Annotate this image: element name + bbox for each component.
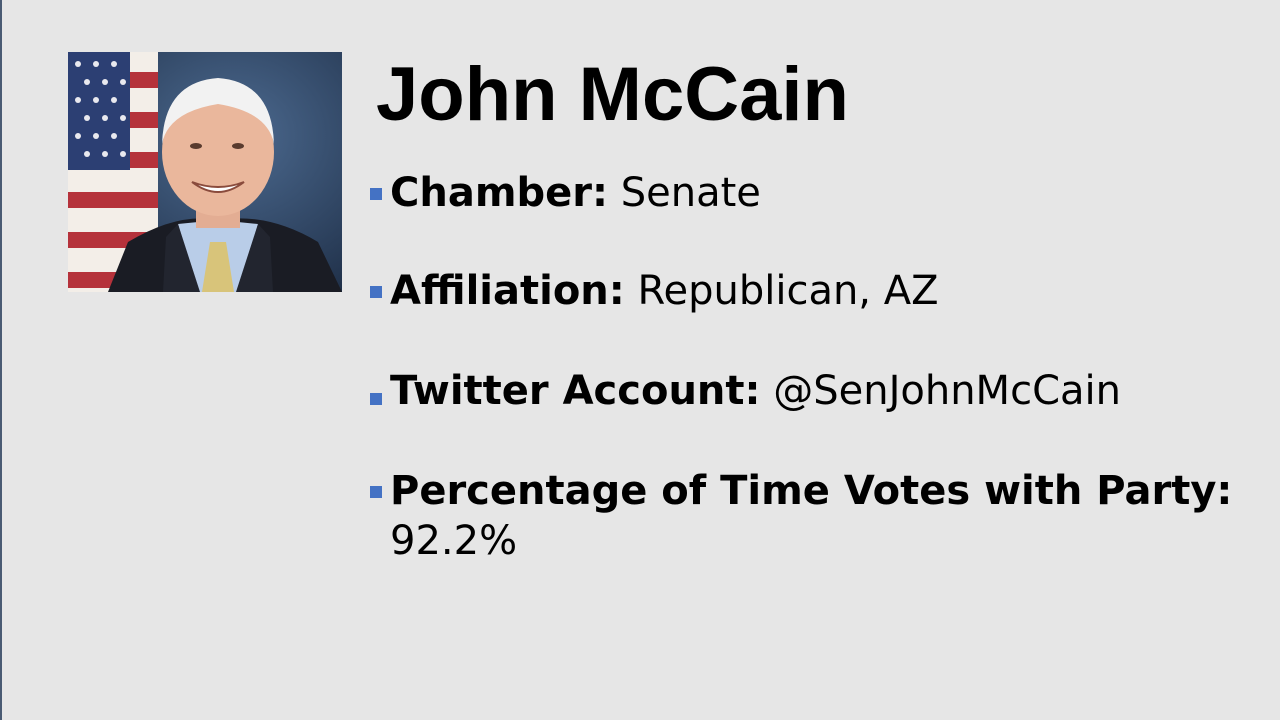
bullet-value: @SenJohnMcCain <box>773 368 1121 414</box>
bullet-affiliation: Affiliation: Republican, AZ <box>370 266 1250 316</box>
bullet-square-icon <box>370 286 382 298</box>
bullet-value: Senate <box>620 170 761 216</box>
page-title: John McCain <box>376 52 849 137</box>
bullet-chamber: Chamber: Senate <box>370 168 1250 218</box>
portrait-image <box>68 52 342 292</box>
bullet-label: Percentage of Time Votes with Party: <box>390 468 1233 514</box>
bullet-square-icon <box>370 188 382 200</box>
bullet-square-icon <box>370 486 382 498</box>
slide-left-border <box>0 0 2 720</box>
bullet-square-icon <box>370 393 382 405</box>
bullet-label: Chamber: <box>390 170 608 216</box>
bullet-twitter-account: Twitter Account: @SenJohnMcCain <box>370 366 1250 416</box>
bullet-value: 92.2% <box>390 518 518 564</box>
bullet-label: Twitter Account: <box>390 368 761 414</box>
bullet-value: Republican, AZ <box>637 268 939 314</box>
bullet-label: Affiliation: <box>390 268 625 314</box>
portrait-photo <box>68 52 342 292</box>
bullet-party-vote-percentage: Percentage of Time Votes with Party: 92.2… <box>370 466 1250 566</box>
